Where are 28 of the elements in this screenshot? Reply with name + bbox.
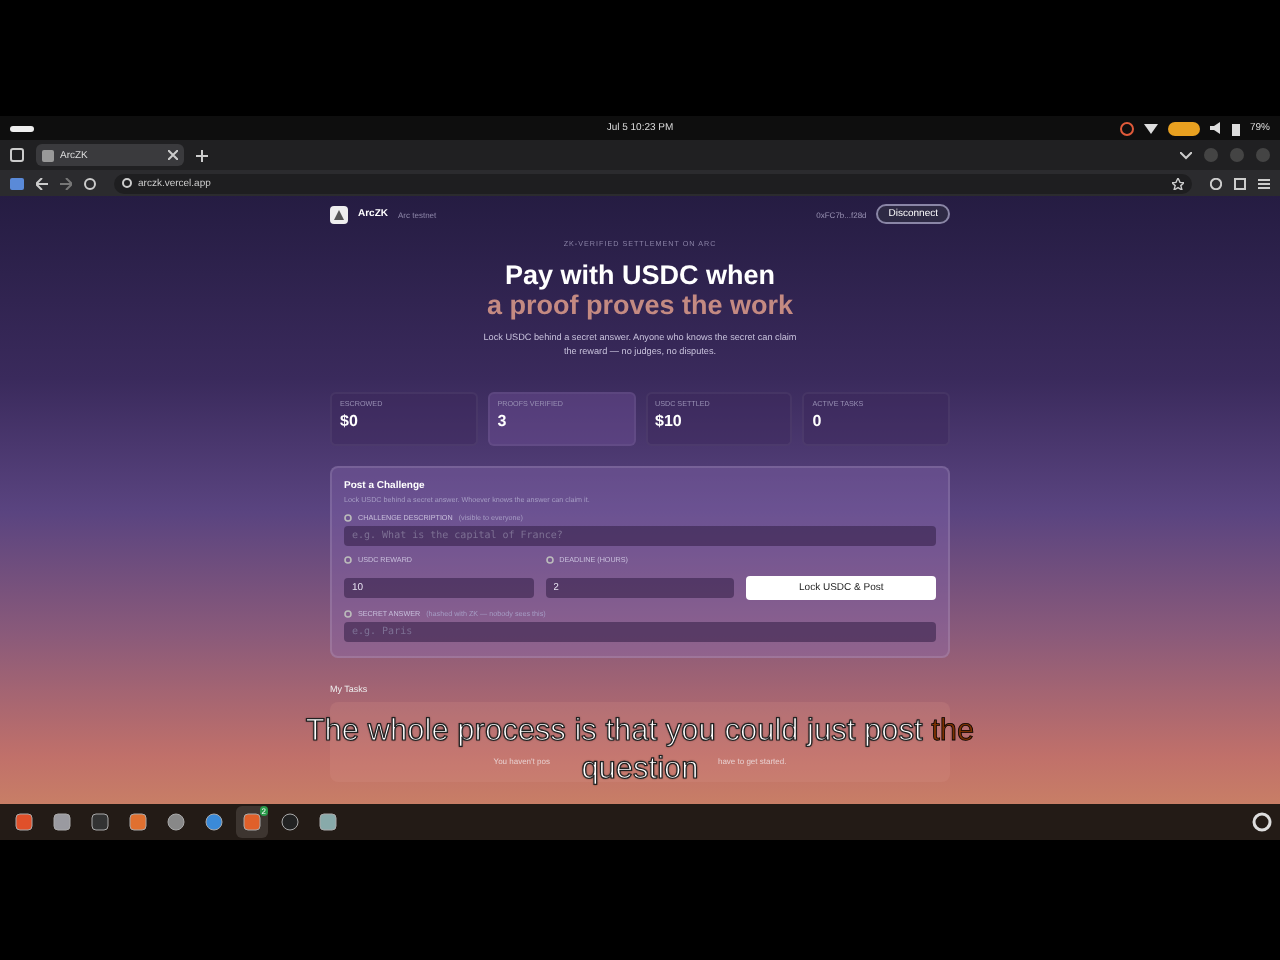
wifi-icon [1143, 122, 1158, 134]
field-icon [344, 514, 352, 522]
status-indicator[interactable] [1167, 121, 1200, 135]
menu-icon [1258, 177, 1270, 189]
star-icon [1172, 177, 1184, 189]
workspace-indicator[interactable] [10, 125, 34, 131]
sidebar-icon [10, 177, 24, 189]
subtitle-caption: question [581, 750, 699, 788]
hero-title: Pay with USDC when [502, 260, 778, 290]
logo-icon [330, 205, 348, 223]
hero-title-accent: a proof proves the work [484, 290, 796, 322]
field-icon [545, 556, 554, 564]
battery-icon [1231, 121, 1240, 135]
field-icon [344, 610, 352, 618]
caret-icon [1180, 151, 1192, 159]
stat-value: $10 [655, 412, 684, 430]
tab-list-icon [10, 148, 24, 162]
forward-icon [60, 177, 72, 189]
site-icon [42, 149, 54, 161]
field-icon [344, 556, 352, 564]
stat-value: 3 [497, 412, 509, 430]
volume-icon [1209, 122, 1222, 134]
record-icon [1119, 121, 1134, 135]
new-tab-icon [196, 149, 208, 161]
subtitle-caption: The whole process is that you could just post the [305, 712, 975, 750]
stat-value: $0 [340, 412, 360, 430]
stat-value: 0 [812, 412, 824, 430]
back-icon [36, 177, 48, 189]
